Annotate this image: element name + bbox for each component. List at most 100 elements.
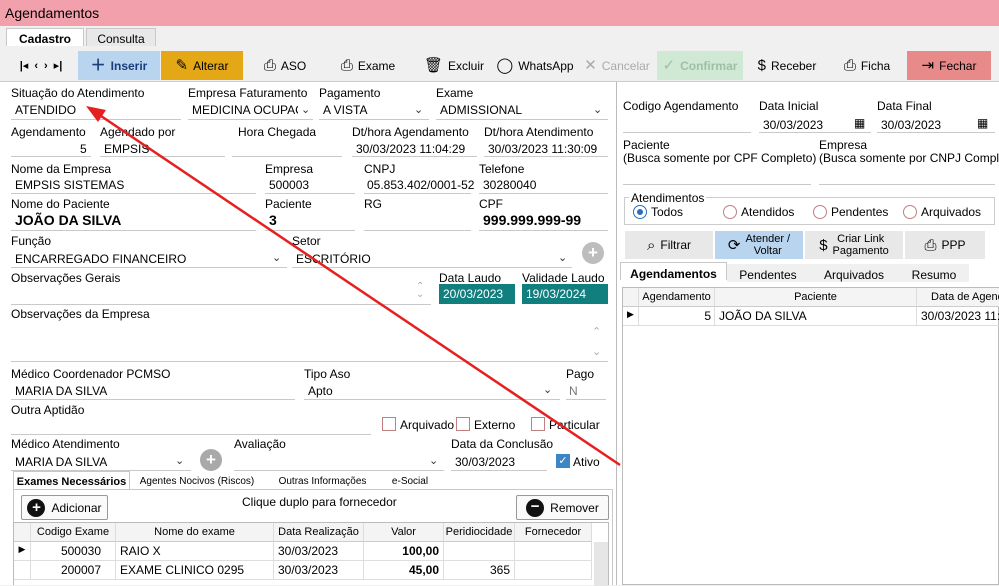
column-header[interactable]: Paciente <box>715 288 917 307</box>
inserir-button[interactable]: ＋ Inserir <box>78 51 160 80</box>
next-record-icon[interactable]: › <box>44 60 48 72</box>
column-header[interactable]: Agendamento <box>639 288 715 307</box>
agendamentos-grid: Agendamento Paciente Data de Agenda ▶ 5 … <box>622 287 999 585</box>
whatsapp-button[interactable]: ◯ WhatsApp <box>494 51 576 80</box>
tab-resumo[interactable]: Resumo <box>899 264 969 282</box>
tab-cadastro[interactable]: Cadastro <box>6 28 84 47</box>
paciente-filter-field[interactable] <box>623 165 811 185</box>
ppp-button[interactable]: ⎙ PPP <box>905 231 985 259</box>
data-laudo-field[interactable]: 20/03/2023 <box>439 284 515 304</box>
chevron-down-icon[interactable]: ⌄ <box>429 454 438 467</box>
subtab-exames-necessarios[interactable]: Exames Necessários <box>13 471 130 489</box>
table-cell[interactable]: 5 <box>639 307 715 326</box>
codigo-agendamento-field[interactable] <box>623 113 751 133</box>
scrollbar[interactable] <box>594 542 608 586</box>
plus-icon: + <box>27 498 46 517</box>
calendar-icon[interactable]: ▦ <box>977 116 988 130</box>
table-cell[interactable]: RAIO X <box>116 542 274 561</box>
remover-button[interactable]: − Remover <box>516 495 609 520</box>
table-cell[interactable]: 500030 <box>31 542 116 561</box>
table-cell[interactable] <box>515 542 592 561</box>
table-cell[interactable]: 45,00 <box>364 561 444 580</box>
table-cell[interactable]: 200007 <box>31 561 116 580</box>
validade-laudo-field[interactable]: 19/03/2024 <box>522 284 608 304</box>
column-header[interactable]: Data de Agenda <box>917 288 999 307</box>
last-record-icon[interactable]: ▸| <box>54 59 63 72</box>
adicionar-button[interactable]: + Adicionar <box>21 495 108 520</box>
confirmar-button[interactable]: ✓ Confirmar <box>657 51 743 80</box>
chevron-down-icon[interactable]: ⌄ <box>175 454 184 467</box>
row-indicator-icon: ▶ <box>14 542 31 561</box>
tab-arquivados[interactable]: Arquivados <box>809 264 899 282</box>
ativo-checkbox[interactable]: ✓ <box>556 454 570 468</box>
add-medico-button[interactable]: + <box>200 449 222 471</box>
radio-arquivados[interactable] <box>903 205 917 219</box>
particular-checkbox[interactable] <box>531 417 545 431</box>
externo-checkbox[interactable] <box>456 417 470 431</box>
radio-atendidos[interactable] <box>723 205 737 219</box>
chevron-down-icon[interactable]: ⌄ <box>593 103 602 116</box>
table-cell[interactable]: JOÃO DA SILVA <box>715 307 917 326</box>
tab-pendentes[interactable]: Pendentes <box>727 264 809 282</box>
column-header[interactable]: Nome do exame <box>116 523 274 542</box>
exame-button[interactable]: ⎙ Exame <box>332 51 404 80</box>
chevron-down-icon[interactable]: ⌄ <box>543 383 552 396</box>
table-cell[interactable]: 365 <box>444 561 515 580</box>
column-header[interactable]: Valor <box>364 523 444 542</box>
cancelar-button[interactable]: ✕ Cancelar <box>580 51 654 80</box>
chevron-down-icon[interactable]: ⌄ <box>272 251 281 264</box>
column-header[interactable]: Data Realização <box>274 523 364 542</box>
radio-pendentes[interactable] <box>813 205 827 219</box>
hora-chegada-field[interactable] <box>232 137 342 157</box>
scroll-arrows-icon[interactable]: ⌃ ⌄ <box>416 282 424 300</box>
aso-button[interactable]: ⎙ ASO <box>250 51 320 80</box>
tab-agendamentos[interactable]: Agendamentos <box>620 262 727 281</box>
table-cell[interactable] <box>444 542 515 561</box>
column-header[interactable]: Codigo Exame <box>31 523 116 542</box>
fechar-button[interactable]: ⇥ Fechar <box>907 51 991 80</box>
tipo-aso-select[interactable] <box>304 380 560 400</box>
outra-aptidao-field[interactable] <box>11 415 371 435</box>
empresa-filter-field[interactable] <box>819 165 995 185</box>
criar-link-pagamento-button[interactable]: $ Criar Link Pagamento <box>805 231 903 259</box>
column-header[interactable]: Peridiocidade <box>444 523 515 542</box>
add-setor-button[interactable]: + <box>582 242 604 264</box>
record-navigator[interactable]: |◂ ‹ › ▸| <box>6 51 76 80</box>
table-cell[interactable]: 100,00 <box>364 542 444 561</box>
calendar-icon[interactable]: ▦ <box>854 116 865 130</box>
alterar-button[interactable]: ✎ Alterar <box>161 51 243 80</box>
agendamento-field[interactable] <box>11 137 91 157</box>
table-cell[interactable]: 30/03/2023 11:0 <box>917 307 999 326</box>
first-record-icon[interactable]: |◂ <box>20 59 29 72</box>
avaliacao-select[interactable] <box>234 451 444 471</box>
observacoes-empresa-field[interactable] <box>11 320 608 362</box>
table-cell[interactable] <box>515 561 592 580</box>
prev-record-icon[interactable]: ‹ <box>34 60 38 72</box>
receber-button[interactable]: $ Receber <box>748 51 826 80</box>
rg-field[interactable] <box>364 211 471 231</box>
medico-coordenador-value: MARIA DA SILVA <box>15 384 108 398</box>
chevron-down-icon[interactable]: ⌄ <box>301 103 310 116</box>
observacoes-empresa-label: Observações da Empresa <box>11 307 150 321</box>
subtab-agentes-nocivos[interactable]: Agentes Nocivos (Riscos) <box>137 472 257 490</box>
arquivado-checkbox[interactable] <box>382 417 396 431</box>
table-cell[interactable]: EXAME CLINICO 0295 <box>116 561 274 580</box>
setor-label: Setor <box>292 234 321 248</box>
paciente-field[interactable] <box>265 211 355 231</box>
subtab-esocial[interactable]: e-Social <box>380 472 440 490</box>
excluir-button[interactable]: 🗑 Excluir <box>420 51 488 80</box>
column-header[interactable]: Fornecedor <box>515 523 592 542</box>
tab-consulta[interactable]: Consulta <box>86 28 156 47</box>
atender-voltar-button[interactable]: ⟳ Atender / Voltar <box>715 231 803 259</box>
table-cell[interactable]: 30/03/2023 <box>274 542 364 561</box>
chevron-down-icon[interactable]: ⌄ <box>558 251 567 264</box>
observacoes-gerais-field[interactable] <box>11 283 431 305</box>
chevron-down-icon[interactable]: ⌄ <box>414 103 423 116</box>
externo-label: Externo <box>474 418 516 432</box>
table-cell[interactable]: 30/03/2023 <box>274 561 364 580</box>
filtrar-button[interactable]: ⌕ Filtrar <box>625 231 713 259</box>
subtab-outras-informacoes[interactable]: Outras Informações <box>275 472 370 490</box>
radio-todos[interactable] <box>633 205 647 219</box>
scroll-arrows-icon[interactable]: ⌃ ⌄ <box>592 322 601 362</box>
ficha-button[interactable]: ⎙ Ficha <box>836 51 898 80</box>
